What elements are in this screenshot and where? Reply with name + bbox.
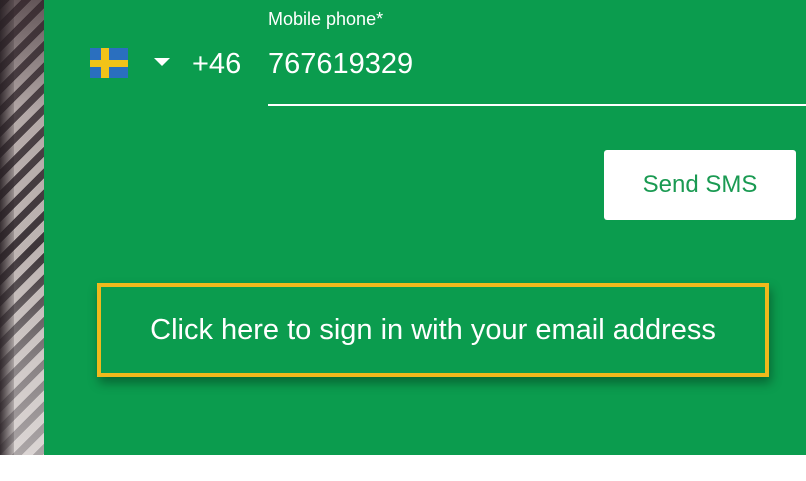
email-signin-highlight: Click here to sign in with your email ad… xyxy=(97,283,769,377)
chevron-down-icon[interactable] xyxy=(154,58,170,66)
login-panel: +46 Mobile phone* Send SMS Click here to… xyxy=(44,0,806,455)
mobile-phone-input[interactable] xyxy=(268,46,788,82)
mobile-phone-label: Mobile phone* xyxy=(268,9,384,29)
sweden-flag-icon[interactable] xyxy=(90,48,128,78)
country-dial-code: +46 xyxy=(192,48,242,80)
background-photo xyxy=(0,0,44,455)
screen: +46 Mobile phone* Send SMS Click here to… xyxy=(0,0,806,481)
send-sms-button[interactable]: Send SMS xyxy=(604,150,796,220)
email-signin-link[interactable]: Click here to sign in with your email ad… xyxy=(101,287,765,373)
mobile-phone-field: Mobile phone* xyxy=(268,6,806,110)
mobile-phone-underline xyxy=(268,104,806,106)
flag-cross-horizontal xyxy=(90,60,128,67)
